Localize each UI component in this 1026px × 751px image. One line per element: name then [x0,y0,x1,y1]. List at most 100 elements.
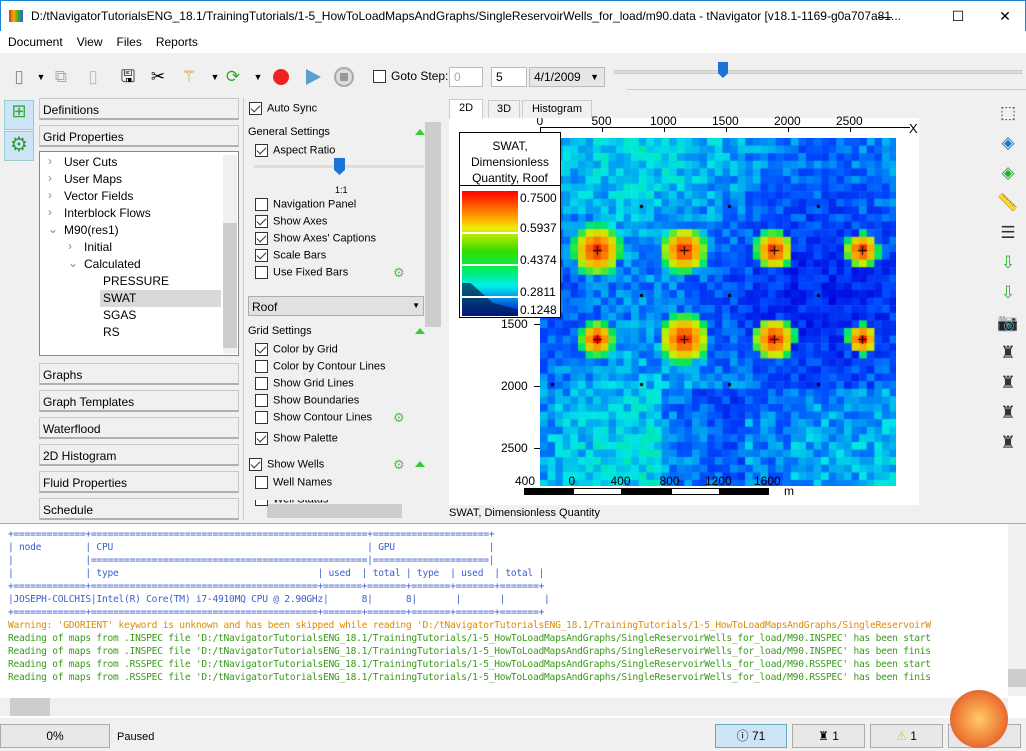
auto-sync[interactable]: Auto Sync [249,102,317,115]
section-waterflood[interactable]: Waterflood [39,417,239,439]
show-wells[interactable]: Show Wells [249,458,324,471]
section-schedule[interactable]: Schedule [39,498,239,520]
table-icon[interactable]: ☰ [995,220,1021,246]
option-show-axes[interactable]: Show Axes [255,215,327,228]
option-color-by-grid[interactable]: Color by Grid [255,343,338,356]
settings-hscrollbar[interactable] [250,504,425,518]
settings-gear-icon[interactable]: ⚙ [4,131,34,161]
section-graphs[interactable]: Graphs [39,363,239,385]
cube-view-icon[interactable]: ⬚ [995,100,1021,126]
timeline-thumb[interactable] [718,62,728,78]
tab-2d[interactable]: 2D [449,99,483,119]
section-graph-templates[interactable]: Graph Templates [39,390,239,412]
record-icon[interactable] [273,69,289,85]
tree-item-user-maps[interactable]: User Maps [64,172,122,186]
auto-sync-checkbox[interactable] [249,102,262,115]
export-map-icon[interactable]: ⇩ [995,280,1021,306]
option-color-by-contour-lines-checkbox[interactable] [255,360,268,373]
blank-icon[interactable]: ▯ [82,66,104,88]
tree-item-rs[interactable]: RS [103,325,120,339]
collapse-arrow-icon[interactable] [415,461,425,467]
tree-item-initial[interactable]: Initial [84,240,112,254]
menu-view[interactable]: View [69,31,109,49]
surface-select[interactable]: Roof ▼ [248,296,424,316]
collapse-arrow-icon[interactable] [415,129,425,135]
info-messages-button[interactable]: ⓘ 71 [715,724,787,748]
option-show-grid-lines-checkbox[interactable] [255,377,268,390]
goto-step-toggle[interactable]: Goto Step: [373,69,448,84]
show-wells-checkbox[interactable] [249,458,262,471]
gear-icon[interactable]: ⚙ [393,265,405,281]
minimize-button[interactable]: — [865,5,905,27]
option-use-fixed-bars[interactable]: Use Fixed Bars [255,266,348,279]
magic-wand-icon[interactable]: ⚚ [178,66,200,88]
option-show-axes-captions[interactable]: Show Axes' Captions [255,232,376,245]
step-spinner[interactable]: 5 [491,67,527,87]
well-settings-icon[interactable]: ♜ [995,370,1021,396]
save-icon[interactable]: 🖫 [117,66,139,88]
gear-icon[interactable]: ⚙ [393,410,405,426]
aspect-ratio-checkbox[interactable] [255,144,268,157]
warnings-button[interactable]: ⚠ 1 [870,724,943,748]
tab-histogram[interactable]: Histogram [522,100,592,118]
tree-item-swat[interactable]: SWAT [103,291,136,305]
well-messages-button[interactable]: ♜ 1 [792,724,865,748]
well-check-icon[interactable]: ♜ [995,430,1021,456]
scissors-icon[interactable]: ✂ [147,66,169,88]
option-show-axes-checkbox[interactable] [255,215,268,228]
menu-reports[interactable]: Reports [148,31,204,49]
date-select[interactable]: 4/1/2009 ▼ [529,67,605,87]
tree-expander-icon[interactable]: › [48,154,52,168]
option-scale-bars[interactable]: Scale Bars [255,249,326,262]
option-show-boundaries[interactable]: Show Boundaries [255,394,359,407]
option-show-grid-lines[interactable]: Show Grid Lines [255,377,354,390]
refresh-icon[interactable]: ⟳ [222,66,244,88]
aspect-ratio[interactable]: Aspect Ratio [255,144,335,157]
tree-scrollbar[interactable] [223,155,237,354]
tree-item-interblock-flows[interactable]: Interblock Flows [64,206,151,220]
goto-step-input[interactable]: 0 [449,67,483,87]
option-show-contour-lines[interactable]: Show Contour Lines [255,411,372,424]
tree-item-pressure[interactable]: PRESSURE [103,274,169,288]
layers-green-icon[interactable]: ◈ [995,160,1021,186]
tree-expander-icon[interactable]: ⌄ [68,256,78,270]
ruler-icon[interactable]: 📏 [995,190,1021,216]
section-2d-histogram[interactable]: 2D Histogram [39,444,239,466]
tab-3d[interactable]: 3D [488,100,520,118]
console-vscrollbar[interactable] [1008,524,1026,696]
option-navigation-panel-checkbox[interactable] [255,198,268,211]
section-grid-properties[interactable]: Grid Properties [39,125,239,147]
option-show-boundaries-checkbox[interactable] [255,394,268,407]
section-definitions[interactable]: Definitions [39,98,239,120]
tree-expander-icon[interactable]: › [48,205,52,219]
section-fluid-properties[interactable]: Fluid Properties [39,471,239,493]
option-well-names-checkbox[interactable] [255,476,268,489]
copy-icon[interactable]: ⧉ [50,66,72,88]
maximize-button[interactable]: ☐ [938,5,978,27]
tree-item-calculated[interactable]: Calculated [84,257,141,271]
well-icon[interactable]: ♜ [995,340,1021,366]
tree-item-vector-fields[interactable]: Vector Fields [64,189,133,203]
swat-heatmap[interactable] [540,138,896,486]
tree-expander-icon[interactable]: › [48,188,52,202]
option-use-fixed-bars-checkbox[interactable] [255,266,268,279]
option-show-contour-lines-checkbox[interactable] [255,411,268,424]
option-show-palette-checkbox[interactable] [255,432,268,445]
close-button[interactable]: ✕ [985,5,1025,27]
settings-scrollbar[interactable] [425,104,441,502]
map-canvas-area[interactable]: X 0 500 1000 1500 2000 2500 1500 2000 2500 400 S… [449,114,919,505]
tree-item-sgas[interactable]: SGAS [103,308,136,322]
tree-item-user-cuts[interactable]: User Cuts [64,155,117,169]
goto-step-checkbox[interactable] [373,70,386,84]
collapse-arrow-icon[interactable] [415,328,425,334]
dropdown-arrow-icon[interactable]: ▼ [30,66,52,88]
timeline-slider[interactable] [614,70,1022,74]
camera-icon[interactable]: 📷 [995,310,1021,336]
well-search-icon[interactable]: ♜ [995,400,1021,426]
tree-item-m90-res1-[interactable]: M90(res1) [64,223,119,237]
option-navigation-panel[interactable]: Navigation Panel [255,198,356,211]
gear-icon[interactable]: ⚙ [393,457,405,473]
dropdown-arrow-icon[interactable]: ▼ [247,66,269,88]
option-show-palette[interactable]: Show Palette [255,432,338,445]
stop-icon[interactable] [334,67,354,87]
